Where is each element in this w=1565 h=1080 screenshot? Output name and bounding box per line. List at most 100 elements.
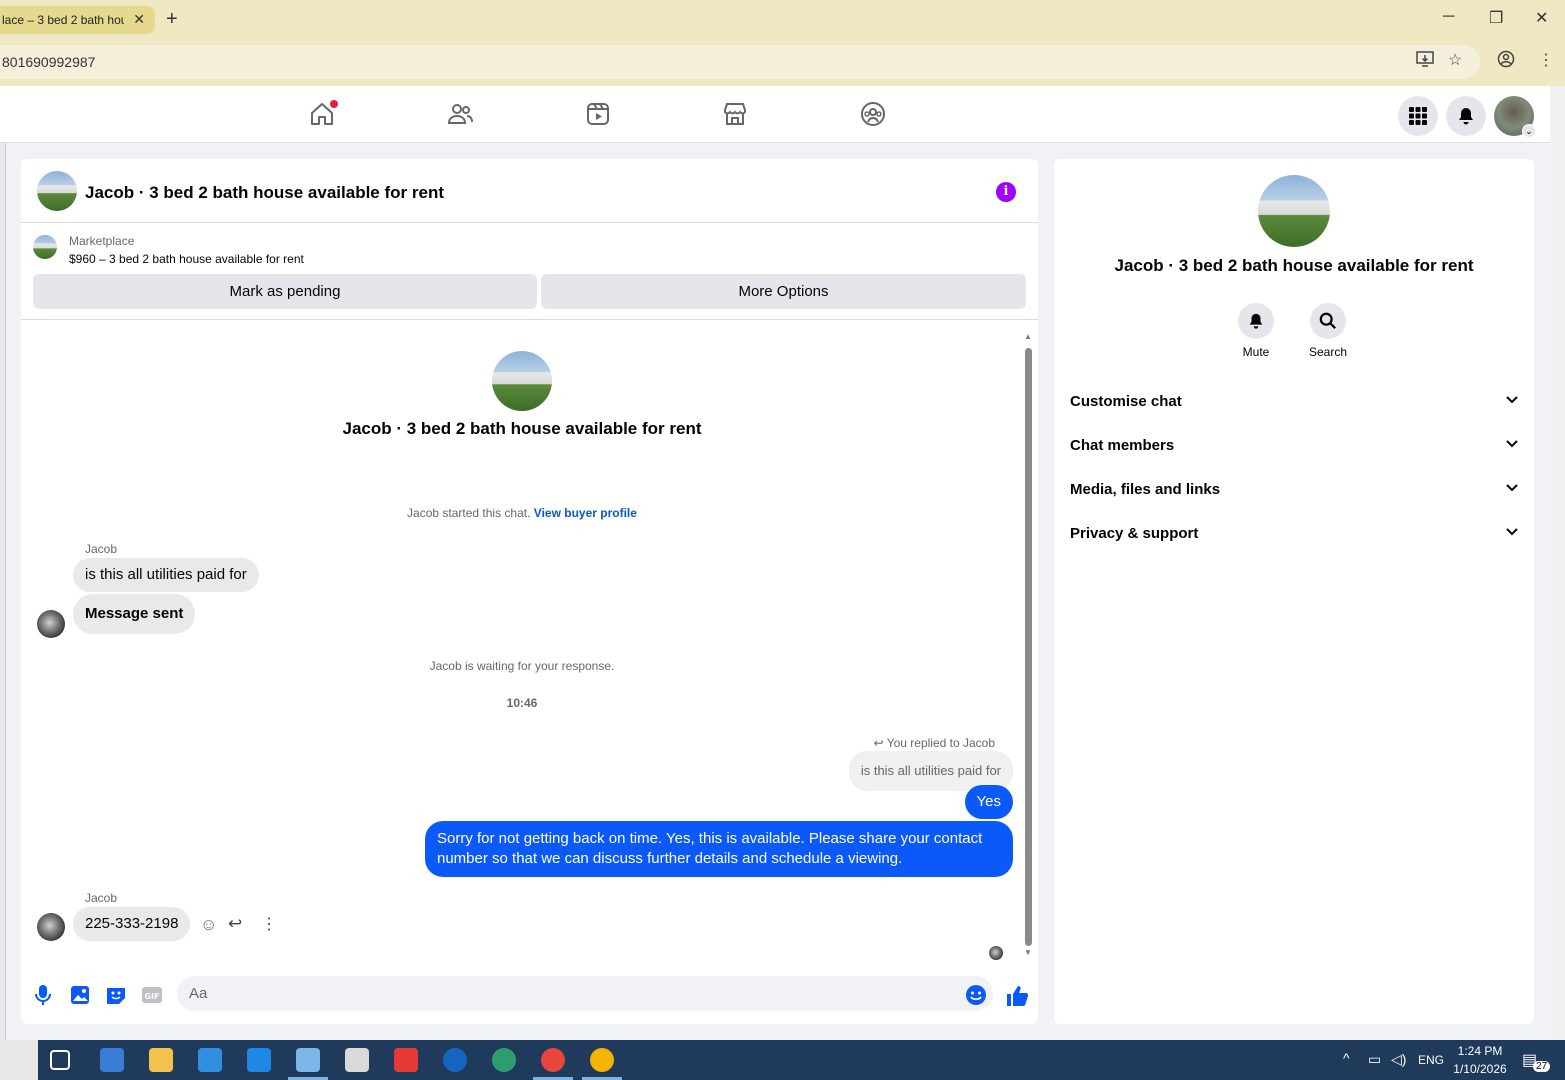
sticker-icon[interactable] — [105, 984, 127, 1006]
bell-icon — [1459, 108, 1473, 125]
jacob-avatar[interactable] — [37, 913, 65, 941]
notifications-button[interactable] — [1446, 96, 1486, 136]
computer-app-icon[interactable] — [100, 1048, 124, 1072]
address-bar[interactable]: 801690992987 — [0, 45, 1480, 79]
thumbs-up-icon[interactable] — [1005, 984, 1029, 1006]
section-label: Customise chat — [1070, 393, 1182, 410]
minimize-icon[interactable]: ─ — [1443, 8, 1454, 26]
incoming-message[interactable]: 225-333-2198 — [73, 907, 191, 941]
video-icon[interactable] — [584, 100, 612, 128]
listing-thumbnail[interactable] — [33, 235, 57, 259]
gif-icon[interactable]: GIF — [141, 984, 163, 1006]
volume-icon[interactable]: ◁) — [1391, 1051, 1406, 1068]
language-indicator[interactable]: ENG — [1418, 1053, 1444, 1067]
install-app-icon[interactable] — [1416, 50, 1434, 73]
view-buyer-profile-link[interactable]: View buyer profile — [534, 506, 637, 520]
clock-date[interactable]: 1/10/2026 — [1450, 1062, 1510, 1076]
paint-icon[interactable] — [345, 1048, 369, 1072]
chat-title[interactable]: Jacob · 3 bed 2 bath house available for… — [85, 183, 444, 203]
left-panel-edge — [0, 143, 6, 1040]
more-actions-icon[interactable]: ⋮ — [261, 914, 277, 934]
section-label: Privacy & support — [1070, 525, 1199, 542]
started-text: Jacob started this chat. — [407, 506, 531, 520]
timestamp: 10:46 — [506, 696, 538, 710]
emoji-icon[interactable] — [965, 984, 987, 1006]
notification-dot — [330, 100, 338, 108]
clock-time[interactable]: 1:24 PM — [1450, 1044, 1510, 1058]
start-button[interactable] — [0, 1040, 38, 1080]
profile-icon[interactable] — [1497, 50, 1515, 73]
file-explorer-icon[interactable] — [149, 1048, 173, 1072]
chrome-profile-icon[interactable] — [590, 1048, 614, 1072]
chevron-down-icon — [1506, 396, 1518, 404]
listing-price[interactable]: $960 – 3 bed 2 bath house available for … — [69, 252, 304, 266]
message-composer: GIF Aa — [21, 967, 1038, 1024]
marketplace-listing-bar: Marketplace $960 – 3 bed 2 bath house av… — [21, 223, 1038, 320]
mute-button[interactable]: Mute — [1226, 303, 1286, 359]
mark-as-pending-button[interactable]: Mark as pending — [33, 274, 537, 309]
scroll-up-icon[interactable]: ▲ — [1024, 332, 1032, 341]
marketplace-label: Marketplace — [69, 234, 135, 248]
outgoing-message[interactable]: Sorry for not getting back on time. Yes,… — [425, 821, 1013, 877]
close-tab-icon[interactable]: ✕ — [133, 11, 145, 28]
network-icon[interactable]: ▭ — [1368, 1051, 1381, 1068]
microphone-icon[interactable] — [33, 984, 55, 1006]
more-options-button[interactable]: More Options — [541, 274, 1026, 309]
sender-name: Jacob — [85, 891, 118, 905]
conversation-avatar[interactable] — [492, 351, 552, 411]
media-files-links-section[interactable]: Media, files and links — [1070, 467, 1520, 511]
photo-icon[interactable] — [69, 984, 91, 1006]
grid-icon — [1409, 107, 1427, 125]
mail-icon[interactable] — [247, 1048, 271, 1072]
react-icon[interactable]: ☺ — [200, 915, 217, 935]
reply-icon[interactable]: ↩ — [228, 914, 242, 934]
chevron-down-icon: ⌄ — [1522, 124, 1536, 138]
jacob-avatar[interactable] — [37, 610, 65, 638]
marketplace-icon[interactable] — [721, 100, 749, 128]
scroll-down-icon[interactable]: ▼ — [1024, 948, 1032, 957]
friends-icon[interactable] — [446, 100, 474, 128]
menu-grid-button[interactable] — [1398, 96, 1438, 136]
chat-started-notice: Jacob started this chat. View buyer prof… — [21, 506, 1023, 520]
listing-avatar[interactable] — [37, 171, 77, 211]
info-avatar[interactable] — [1258, 175, 1330, 247]
search-button[interactable]: Search — [1298, 303, 1358, 359]
anydesk-icon[interactable] — [394, 1048, 418, 1072]
chat-members-section[interactable]: Chat members — [1070, 423, 1520, 467]
facebook-top-nav: ⌄ — [0, 86, 1550, 143]
restore-icon[interactable]: ❐ — [1489, 8, 1503, 28]
new-tab-button[interactable]: + — [166, 8, 178, 30]
tab-title: lace – 3 bed 2 bath hou — [2, 13, 124, 27]
privacy-support-section[interactable]: Privacy & support — [1070, 511, 1520, 555]
bookmark-star-icon[interactable]: ☆ — [1448, 50, 1462, 70]
account-avatar[interactable]: ⌄ — [1494, 96, 1536, 138]
incoming-message[interactable]: is this all utilities paid for — [73, 558, 259, 592]
chrome-icon[interactable] — [541, 1048, 565, 1072]
scrollbar-thumb[interactable] — [1025, 348, 1032, 946]
search-icon — [1319, 312, 1336, 329]
browser-menu-icon[interactable]: ⋮ — [1538, 50, 1554, 70]
section-label: Media, files and links — [1070, 481, 1221, 498]
store-icon[interactable] — [198, 1048, 222, 1072]
chat-scrollbar[interactable]: ▲ ▼ — [1023, 332, 1033, 957]
task-view-icon[interactable] — [50, 1050, 70, 1070]
outgoing-message[interactable]: Yes — [964, 785, 1013, 819]
document-app-icon[interactable] — [296, 1048, 320, 1072]
app-icon[interactable] — [443, 1048, 467, 1072]
message-input[interactable]: Aa — [177, 976, 993, 1011]
edge-icon[interactable] — [492, 1048, 516, 1072]
groups-icon[interactable] — [859, 100, 887, 128]
chat-panel: Jacob · 3 bed 2 bath house available for… — [21, 159, 1038, 1024]
info-icon[interactable]: i — [996, 182, 1016, 202]
browser-titlebar: lace – 3 bed 2 bath hou ✕ + ─ ❐ ✕ — [0, 0, 1565, 40]
info-title: Jacob · 3 bed 2 bath house available for… — [1114, 256, 1474, 275]
customise-chat-section[interactable]: Customise chat — [1070, 379, 1520, 423]
bell-icon — [1249, 313, 1263, 329]
page-scrollbar[interactable] — [1550, 86, 1565, 1040]
browser-tab[interactable]: lace – 3 bed 2 bath hou ✕ — [0, 6, 155, 34]
search-label: Search — [1308, 345, 1348, 359]
show-hidden-icons[interactable]: ^ — [1343, 1050, 1350, 1066]
incoming-message[interactable]: Message sent — [73, 594, 196, 634]
chevron-down-icon — [1506, 528, 1518, 536]
close-window-icon[interactable]: ✕ — [1535, 8, 1548, 28]
